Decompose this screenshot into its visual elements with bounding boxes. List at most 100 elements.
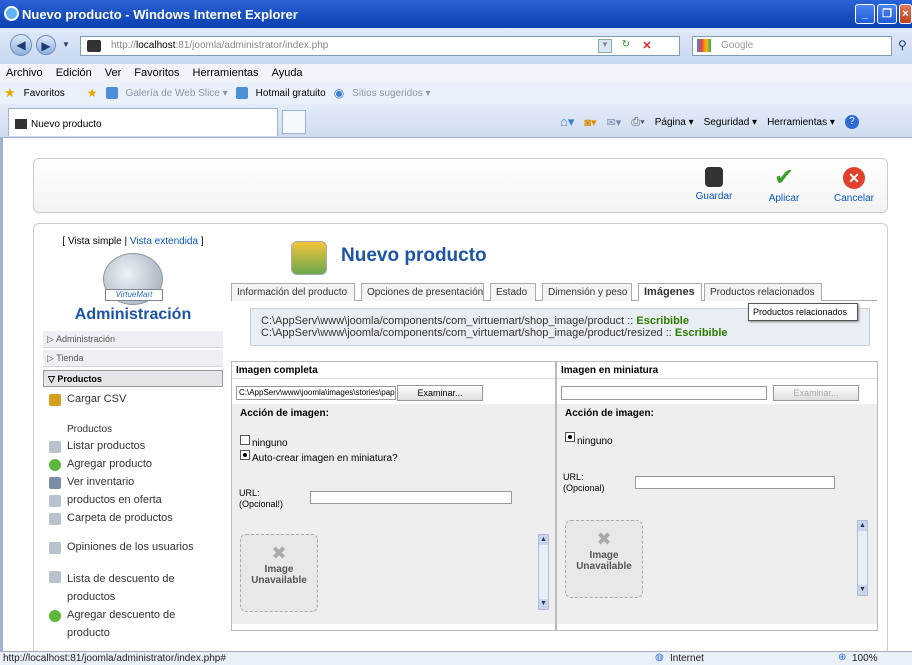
tab-dimension[interactable]: Dimensión y peso (542, 283, 632, 301)
favorites-bar: ★ Favoritos ★ Galería de Web Slice ▾ Hot… (0, 82, 912, 104)
tab-informacion[interactable]: Información del producto (231, 283, 355, 301)
examinar-button-disabled[interactable]: Examinar... (773, 385, 859, 401)
vista-extendida-link[interactable]: Vista extendida (130, 236, 198, 247)
path-line-2: C:\AppServ\www\joomla/components/com_vir… (261, 327, 869, 339)
menu-favoritos[interactable]: Favoritos (134, 67, 179, 79)
menu-archivo[interactable]: Archivo (6, 67, 43, 79)
print-icon[interactable]: ⎙▾ (631, 116, 644, 129)
radio-ninguno-miniatura[interactable] (565, 432, 575, 442)
tab-estado[interactable]: Estado (490, 283, 536, 301)
sidebar-item-label: Carpeta de productos (67, 512, 173, 524)
site-favicon-icon (87, 40, 101, 52)
history-dropdown-icon[interactable]: ▼ (62, 40, 70, 49)
zoom-icon[interactable]: ⊕ (838, 652, 846, 663)
scroll-up-icon[interactable]: ▲ (858, 521, 867, 531)
minimize-button[interactable]: _ (855, 4, 875, 24)
globe-icon: ◍ (655, 652, 664, 663)
url-prefix: http:// (111, 40, 137, 51)
menu-edicion[interactable]: Edición (56, 67, 92, 79)
status-url: http://localhost:81/joomla/administrator… (3, 653, 226, 664)
image-scrollbar[interactable]: ▲ ▼ (538, 534, 549, 610)
guardar-button[interactable]: Guardar (684, 161, 744, 202)
home-icon[interactable]: ⌂▾ (560, 114, 574, 130)
pagina-menu[interactable]: Página ▾ (655, 117, 694, 128)
hotmail-link[interactable]: Hotmail gratuito (256, 88, 326, 99)
section-administracion[interactable]: ▷ Administración (43, 331, 223, 348)
address-bar: ◀ ▶ ▼ http://localhost:81/joomla/adminis… (0, 28, 912, 64)
sidebar-item-listar[interactable]: Listar productos (49, 440, 145, 453)
scroll-down-icon[interactable]: ▼ (858, 585, 867, 595)
url-input[interactable]: http://localhost:81/joomla/administrator… (80, 36, 680, 56)
forward-button[interactable]: ▶ (36, 35, 56, 55)
sidebar-item-inventario[interactable]: Ver inventario (49, 476, 134, 489)
add-favorite-icon[interactable]: ★ (87, 86, 98, 100)
examinar-button[interactable]: Examinar... (397, 385, 483, 401)
herramientas-menu[interactable]: Herramientas ▾ (767, 117, 835, 128)
radio-auto-crear[interactable] (240, 450, 250, 460)
file-input[interactable]: C:\AppServ\www\joomla\images\stories\pap… (236, 386, 396, 400)
sidebar-item-oferta[interactable]: productos en oferta (49, 494, 162, 507)
tab-nuevo-producto[interactable]: Nuevo producto (8, 108, 278, 136)
sidebar-item-descuento[interactable]: Lista de descuento de productos (49, 570, 175, 606)
sidebar-item-agregar[interactable]: Agregar producto (49, 458, 152, 471)
close-window-button[interactable]: × (899, 4, 912, 24)
sidebar-item-label: Agregar producto (67, 458, 152, 470)
scroll-down-icon[interactable]: ▼ (539, 599, 548, 609)
stop-icon[interactable]: ✕ (639, 39, 655, 53)
favorites-button[interactable]: Favoritos (24, 88, 65, 99)
cancel-icon: ✕ (843, 167, 865, 189)
sidebar-item-carpeta[interactable]: Carpeta de productos (49, 512, 173, 525)
sidebar-item-opiniones[interactable]: Opiniones de los usuarios (49, 541, 194, 554)
scroll-up-icon[interactable]: ▲ (539, 535, 548, 545)
tab-imagenes[interactable]: Imágenes (638, 283, 702, 301)
search-placeholder: Google (721, 40, 754, 51)
vista-simple-link[interactable]: [ Vista simple | (62, 236, 127, 247)
sidebar-item-agregar-descuento[interactable]: Agregar descuento de producto (49, 606, 175, 642)
url-label-2: (Opcional) (563, 483, 605, 493)
url-dropdown-icon[interactable]: ▼ (598, 39, 612, 53)
menu-ver[interactable]: Ver (105, 67, 122, 79)
maximize-button[interactable]: ❐ (877, 4, 897, 24)
sidebar-item-label: Agregar descuento de (67, 609, 176, 621)
section-label: Tienda (56, 353, 84, 363)
back-button[interactable]: ◀ (10, 34, 32, 56)
url-label: URL: (Opcional!) (239, 488, 283, 510)
new-tab-button[interactable] (282, 110, 306, 134)
menu-bar: Archivo Edición Ver Favoritos Herramient… (0, 64, 912, 82)
feeds-icon[interactable]: ◙▾ (584, 116, 596, 129)
url-field-miniatura[interactable] (635, 476, 835, 489)
favorites-star-icon: ★ (4, 85, 16, 100)
help-icon[interactable]: ? (844, 115, 859, 129)
aplicar-button[interactable]: ✔ Aplicar (754, 161, 814, 205)
refresh-icon[interactable]: ↻ (618, 39, 634, 53)
radio-ninguno[interactable] (240, 435, 250, 445)
virtuemart-logo-label: VirtueMart (105, 289, 163, 301)
section-tienda[interactable]: ▷ Tienda (43, 350, 223, 367)
menu-ayuda[interactable]: Ayuda (272, 67, 303, 79)
discount-icon (49, 571, 61, 583)
status-escribible: Escribible (636, 315, 689, 327)
section-productos[interactable]: ▽ Productos (43, 370, 223, 387)
cancelar-button[interactable]: ✕ Cancelar (824, 161, 884, 204)
image-scrollbar[interactable]: ▲ ▼ (857, 520, 868, 596)
sidebar-item-cargar-csv[interactable]: Cargar CSV (49, 393, 126, 406)
sitios-link[interactable]: Sitios sugeridos ▾ (352, 88, 430, 99)
tab-relacionados[interactable]: Productos relacionados (704, 283, 822, 301)
chevron-right-icon: ▷ (47, 334, 56, 344)
imagen-miniatura-panel: Imagen en miniatura Examinar... Acción d… (556, 361, 878, 631)
galeria-link[interactable]: Galería de Web Slice ▾ (126, 88, 228, 99)
tab-opciones[interactable]: Opciones de presentación (361, 283, 484, 301)
url-field[interactable] (310, 491, 512, 504)
sidebar-item-label-2: producto (67, 627, 110, 639)
search-icon[interactable]: ⚲ (898, 38, 907, 52)
image-text-2: Unavailable (576, 561, 632, 572)
mail-icon[interactable]: ✉▾ (607, 116, 622, 129)
menu-herramientas[interactable]: Herramientas (193, 67, 259, 79)
web-slice-icon (105, 87, 118, 99)
file-input-miniatura[interactable] (561, 386, 767, 400)
radio-ninguno-label: ninguno (577, 436, 613, 447)
tab-favicon-icon (15, 119, 27, 129)
status-zoom[interactable]: 100% (852, 653, 878, 664)
seguridad-menu[interactable]: Seguridad ▾ (704, 117, 757, 128)
search-input[interactable]: Google (692, 36, 892, 56)
